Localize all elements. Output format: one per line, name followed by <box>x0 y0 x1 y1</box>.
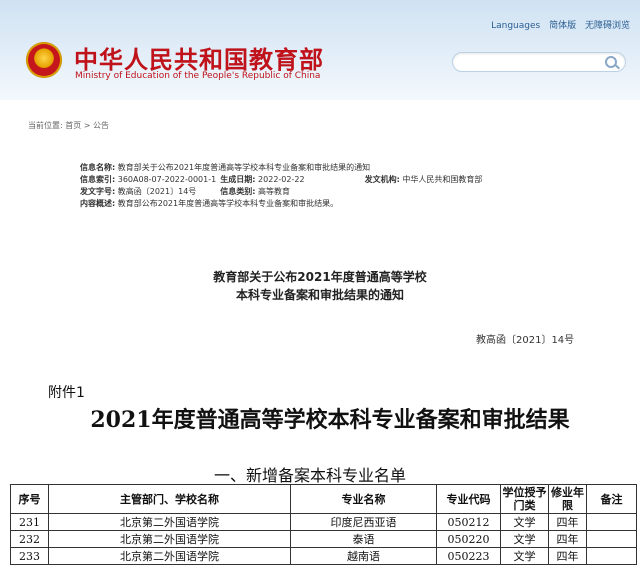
site-header: 中华人民共和国教育部 Ministry of Education of the … <box>0 0 640 100</box>
column-header: 主管部门、学校名称 <box>48 484 291 514</box>
search-input[interactable] <box>452 52 626 72</box>
table-cell <box>586 530 637 548</box>
table-cell: 文学 <box>500 513 549 531</box>
simplified-chinese-link[interactable]: 简体版 <box>549 21 576 31</box>
table-row: 232 北京第二外国语学院 泰语 050220 文学 四年 <box>10 530 637 548</box>
languages-link[interactable]: Languages <box>491 21 540 31</box>
notice-title: 教育部关于公布2021年度普通高等学校 本科专业备案和审批结果的通知 <box>140 268 500 304</box>
info-label: 内容概述: <box>80 199 116 208</box>
notice-title-line: 本科专业备案和审批结果的通知 <box>235 288 404 302</box>
top-links: Languages 简体版 无障碍浏览 <box>485 18 630 31</box>
info-value: 教育部公布2021年度普通高等学校本科专业备案和审批结果。 <box>117 199 339 208</box>
results-table: 序号 主管部门、学校名称 专业名称 专业代码 学位授予门类 修业年限 备注 23… <box>10 484 637 565</box>
table-cell: 印度尼西亚语 <box>290 513 437 531</box>
table-cell: 050212 <box>436 513 501 531</box>
table-cell: 北京第二外国语学院 <box>48 530 291 548</box>
info-row-summary: 内容概述: 教育部公布2021年度普通高等学校本科专业备案和审批结果。 <box>80 198 482 210</box>
info-value: 教育部关于公布2021年度普通高等学校本科专业备案和审批结果的通知 <box>117 163 371 172</box>
table-cell: 050220 <box>436 530 501 548</box>
site-title[interactable]: 中华人民共和国教育部 <box>74 40 324 75</box>
column-header: 备注 <box>586 484 637 514</box>
info-value: 教高函〔2021〕14号 <box>117 187 197 196</box>
table-cell: 231 <box>10 513 49 531</box>
notice-title-line: 教育部关于公布2021年度普通高等学校 <box>213 270 427 284</box>
attachment-title: 2021年度普通高等学校本科专业备案和审批结果 <box>90 407 570 433</box>
breadcrumb[interactable]: 当前位置: 首页 > 公告 <box>28 120 109 131</box>
attachment-label: 附件1 <box>48 385 85 401</box>
info-value: 高等教育 <box>258 187 291 196</box>
document-number: 教高函〔2021〕14号 <box>476 335 575 346</box>
info-row-docno: 发文字号: 教高函〔2021〕14号 信息类别: 高等教育 <box>80 186 482 198</box>
table-cell: 北京第二外国语学院 <box>48 513 291 531</box>
info-label: 发文字号: <box>80 187 116 196</box>
table-cell: 文学 <box>500 530 549 548</box>
table-header-row: 序号 主管部门、学校名称 专业名称 专业代码 学位授予门类 修业年限 备注 <box>10 484 637 514</box>
site-subtitle: Ministry of Education of the People's Re… <box>75 71 321 81</box>
info-label: 发文机构: <box>364 175 400 184</box>
info-label: 信息名称: <box>80 163 116 172</box>
table-cell: 四年 <box>548 513 587 531</box>
accessibility-link[interactable]: 无障碍浏览 <box>585 21 630 31</box>
table-row: 231 北京第二外国语学院 印度尼西亚语 050212 文学 四年 <box>10 513 637 531</box>
info-label: 信息索引: <box>80 175 116 184</box>
column-header: 修业年限 <box>548 484 587 514</box>
column-header: 学位授予门类 <box>500 484 549 514</box>
table-cell: 050223 <box>436 547 501 565</box>
table-cell: 四年 <box>548 547 587 565</box>
column-header: 专业代码 <box>436 484 501 514</box>
column-header: 序号 <box>10 484 49 514</box>
info-row-name: 信息名称: 教育部关于公布2021年度普通高等学校本科专业备案和审批结果的通知 <box>80 162 482 174</box>
table-cell: 232 <box>10 530 49 548</box>
section-heading: 一、新增备案本科专业名单 <box>214 466 407 485</box>
table-cell <box>586 513 637 531</box>
info-label: 信息类别: <box>220 187 256 196</box>
info-row-index: 信息索引: 360A08-07-2022-0001-1 生成日期: 2022-0… <box>80 174 482 186</box>
info-value: 中华人民共和国教育部 <box>402 175 483 184</box>
info-value: 360A08-07-2022-0001-1 <box>117 175 217 184</box>
table-row: 233 北京第二外国语学院 越南语 050223 文学 四年 <box>10 547 637 565</box>
table-cell: 泰语 <box>290 530 437 548</box>
table-cell: 文学 <box>500 547 549 565</box>
table-cell <box>586 547 637 565</box>
search-icon[interactable] <box>605 56 617 68</box>
table-cell: 四年 <box>548 530 587 548</box>
table-cell: 233 <box>10 547 49 565</box>
info-label: 生成日期: <box>220 175 256 184</box>
info-value: 2022-02-22 <box>258 175 305 184</box>
column-header: 专业名称 <box>290 484 437 514</box>
table-cell: 北京第二外国语学院 <box>48 547 291 565</box>
info-panel: 信息名称: 教育部关于公布2021年度普通高等学校本科专业备案和审批结果的通知 … <box>80 162 482 210</box>
national-emblem-icon <box>26 42 62 78</box>
table-cell: 越南语 <box>290 547 437 565</box>
